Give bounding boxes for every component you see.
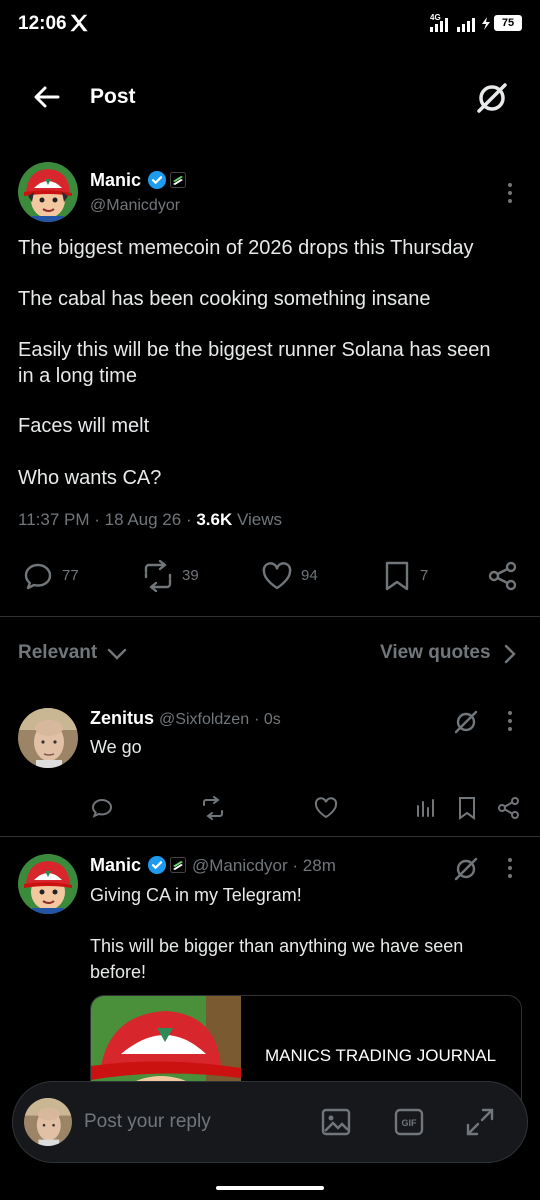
status-time: 12:06 (18, 13, 67, 34)
reply-text: We go (90, 737, 142, 757)
reply-text: Giving CA in my Telegram! (90, 885, 302, 905)
like-button[interactable] (260, 560, 294, 592)
more-options-icon[interactable] (500, 855, 520, 881)
charging-icon (480, 12, 492, 34)
reply-button[interactable] (22, 560, 54, 592)
reply-author[interactable]: Zenitus (90, 708, 154, 728)
reply-author[interactable]: Manic (90, 855, 141, 876)
reply-time: · 0s (254, 711, 281, 728)
top-bar (0, 60, 540, 132)
share-button[interactable] (496, 796, 522, 820)
reply-header: Zenitus @Sixfoldzen · 0s (90, 708, 281, 729)
bookmark-count: 7 (420, 567, 429, 584)
repost-count: 39 (182, 567, 199, 584)
post-time: 11:37 PM (18, 510, 90, 529)
post-text-line: Faces will melt (18, 415, 150, 437)
post-text-line: The cabal has been cooking something ins… (18, 288, 431, 310)
post-date[interactable]: 18 Aug 26 (105, 510, 182, 529)
card-title: MANICS TRADING JOURNAL (265, 1046, 497, 1065)
more-options-icon[interactable] (500, 708, 520, 734)
reply-handle[interactable]: @Sixfoldzen (159, 711, 249, 728)
chevron-right-icon[interactable] (500, 643, 520, 665)
more-options-icon[interactable] (500, 180, 520, 206)
chevron-down-icon[interactable] (106, 644, 128, 664)
page-title: Post (90, 85, 136, 108)
analytics-icon[interactable] (414, 796, 438, 820)
x-logo-icon (68, 12, 90, 34)
repost-button[interactable] (200, 796, 226, 820)
repost-button[interactable] (140, 560, 176, 592)
reply-meta: @Manicdyor · 28m (192, 856, 336, 876)
grok-icon[interactable] (452, 708, 480, 736)
author-name[interactable]: Manic (90, 170, 141, 191)
verified-badge-icon (148, 856, 166, 874)
my-avatar (24, 1098, 72, 1146)
reply-text: before! (90, 962, 147, 982)
post-text-line: The biggest memecoin of 2026 drops this … (18, 237, 474, 259)
post-text-line: Easily this will be the biggest runner S… (18, 339, 491, 361)
divider (0, 836, 540, 837)
sort-dropdown[interactable]: Relevant (18, 642, 97, 664)
back-arrow-icon[interactable] (30, 80, 64, 114)
view-quotes-link[interactable]: View quotes (380, 642, 491, 664)
reply-avatar[interactable] (18, 854, 78, 914)
divider (0, 616, 540, 617)
like-button[interactable] (313, 796, 339, 820)
reply-time: · 28m (292, 856, 336, 875)
views-count: 3.6K (196, 510, 233, 529)
author-handle[interactable]: @Manicdyor (90, 197, 180, 215)
author-avatar[interactable] (18, 162, 78, 222)
reply-avatar[interactable] (18, 708, 78, 768)
reply-handle[interactable]: @Manicdyor (192, 856, 288, 875)
bookmark-button[interactable] (382, 560, 412, 592)
battery-indicator: 75 (494, 15, 522, 31)
network-label: 4G (430, 13, 441, 22)
signal-4g-icon: 4G (428, 12, 450, 34)
affiliate-badge-icon (170, 172, 186, 188)
share-button[interactable] (486, 560, 520, 592)
post-timestamp: 11:37 PM · 18 Aug 26 · 3.6K Views (18, 510, 283, 529)
reply-input[interactable]: Post your reply (84, 1111, 211, 1133)
image-icon[interactable] (320, 1106, 352, 1138)
post-text-line: Who wants CA? (18, 467, 162, 489)
views-label: Views (237, 510, 283, 529)
reply-button[interactable] (90, 796, 114, 820)
affiliate-badge-icon (170, 857, 186, 873)
expand-icon[interactable] (464, 1106, 496, 1138)
like-count: 94 (301, 567, 318, 584)
signal-icon (455, 12, 477, 34)
reply-count: 77 (62, 567, 79, 584)
reply-text: This will be bigger than anything we hav… (90, 936, 464, 956)
grok-icon[interactable] (472, 78, 512, 118)
bookmark-button[interactable] (456, 796, 478, 820)
sort-label: Relevant (18, 642, 98, 663)
verified-badge-icon (148, 171, 166, 189)
home-indicator[interactable] (216, 1186, 324, 1190)
gif-icon[interactable]: GIF (393, 1106, 425, 1138)
svg-text:GIF: GIF (402, 1118, 418, 1128)
grok-icon[interactable] (452, 855, 480, 883)
post-text-line: in a long time (18, 365, 137, 387)
